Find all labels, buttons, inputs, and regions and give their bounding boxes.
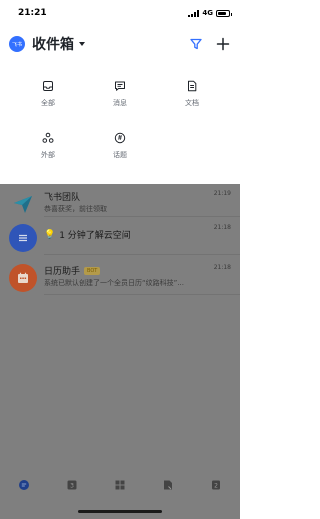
filter-label: 消息: [113, 99, 127, 107]
filter-icon[interactable]: [189, 37, 203, 51]
chat-item-calendar-assistant[interactable]: 日历助手 BOT 21:18 系统已默认创建了一个全员日历“纹路科技”...: [0, 258, 240, 302]
list-icon: [19, 234, 27, 242]
divider: [44, 216, 240, 217]
chat-preview: 恭喜获奖，前往领取: [44, 205, 107, 213]
filter-external[interactable]: 外部: [18, 132, 78, 168]
signal-icon: [188, 9, 200, 17]
filter-messages[interactable]: 消息: [90, 80, 150, 116]
workspace-tab-icon[interactable]: [114, 479, 126, 491]
contacts-tab-icon[interactable]: 2: [210, 479, 222, 491]
status-indicators: 4G: [188, 9, 232, 17]
home-indicator[interactable]: [78, 510, 162, 513]
chat-tab-icon[interactable]: [18, 479, 30, 491]
caret-down-icon[interactable]: [79, 42, 85, 46]
chat-time: 21:18: [213, 264, 231, 271]
chat-name: 日历助手 BOT: [44, 264, 101, 277]
feishu-logo-icon: [9, 190, 37, 218]
network-label: 4G: [202, 9, 213, 17]
header: 飞书 收件箱: [0, 28, 240, 60]
add-icon[interactable]: [216, 37, 230, 51]
divider: [44, 294, 240, 295]
chat-name: 飞书团队: [44, 193, 81, 203]
filter-label: 外部: [41, 151, 55, 159]
topic-icon: [114, 132, 126, 144]
filter-label: 全部: [41, 99, 55, 107]
chat-item-cloud-space[interactable]: 💡 1 分钟了解云空间 21:18: [0, 218, 240, 262]
cloud-space-avatar: [9, 224, 37, 252]
docs-tab-icon[interactable]: [162, 479, 174, 491]
svg-text:3: 3: [70, 483, 74, 490]
filter-panel: 全部 消息 文档 外部 话题: [0, 60, 240, 184]
chat-time: 21:18: [213, 224, 231, 231]
filter-topics[interactable]: 话题: [90, 132, 150, 168]
calendar-avatar: [9, 264, 37, 292]
page-title[interactable]: 收件箱: [32, 34, 74, 54]
battery-icon: [216, 9, 232, 17]
external-icon: [42, 132, 54, 143]
status-bar: 21:21 4G: [0, 0, 240, 28]
tab-bar: 3 2: [0, 472, 240, 502]
filter-all[interactable]: 全部: [18, 80, 78, 116]
avatar[interactable]: 飞书: [9, 36, 25, 52]
calendar-tab-icon[interactable]: 3: [66, 479, 78, 491]
bulb-icon: 💡: [44, 229, 56, 240]
filter-label: 话题: [113, 151, 127, 159]
filter-label: 文档: [185, 99, 199, 107]
chat-preview: 系统已默认创建了一个全员日历“纹路科技”...: [44, 279, 184, 287]
svg-text:2: 2: [214, 483, 218, 490]
message-icon: [115, 81, 125, 91]
dimmed-overlay[interactable]: 飞书团队 21:19 恭喜获奖，前往领取 💡 1 分钟了解云空间 21:18 日…: [0, 184, 240, 519]
divider: [44, 254, 240, 255]
chat-time: 21:19: [213, 190, 231, 197]
inbox-icon: [43, 81, 53, 91]
chat-name: 💡 1 分钟了解云空间: [44, 229, 131, 242]
calendar-icon: [18, 272, 28, 283]
status-time: 21:21: [18, 8, 47, 18]
filter-docs[interactable]: 文档: [162, 80, 222, 116]
doc-icon: [188, 80, 197, 92]
bot-badge: BOT: [84, 266, 101, 275]
